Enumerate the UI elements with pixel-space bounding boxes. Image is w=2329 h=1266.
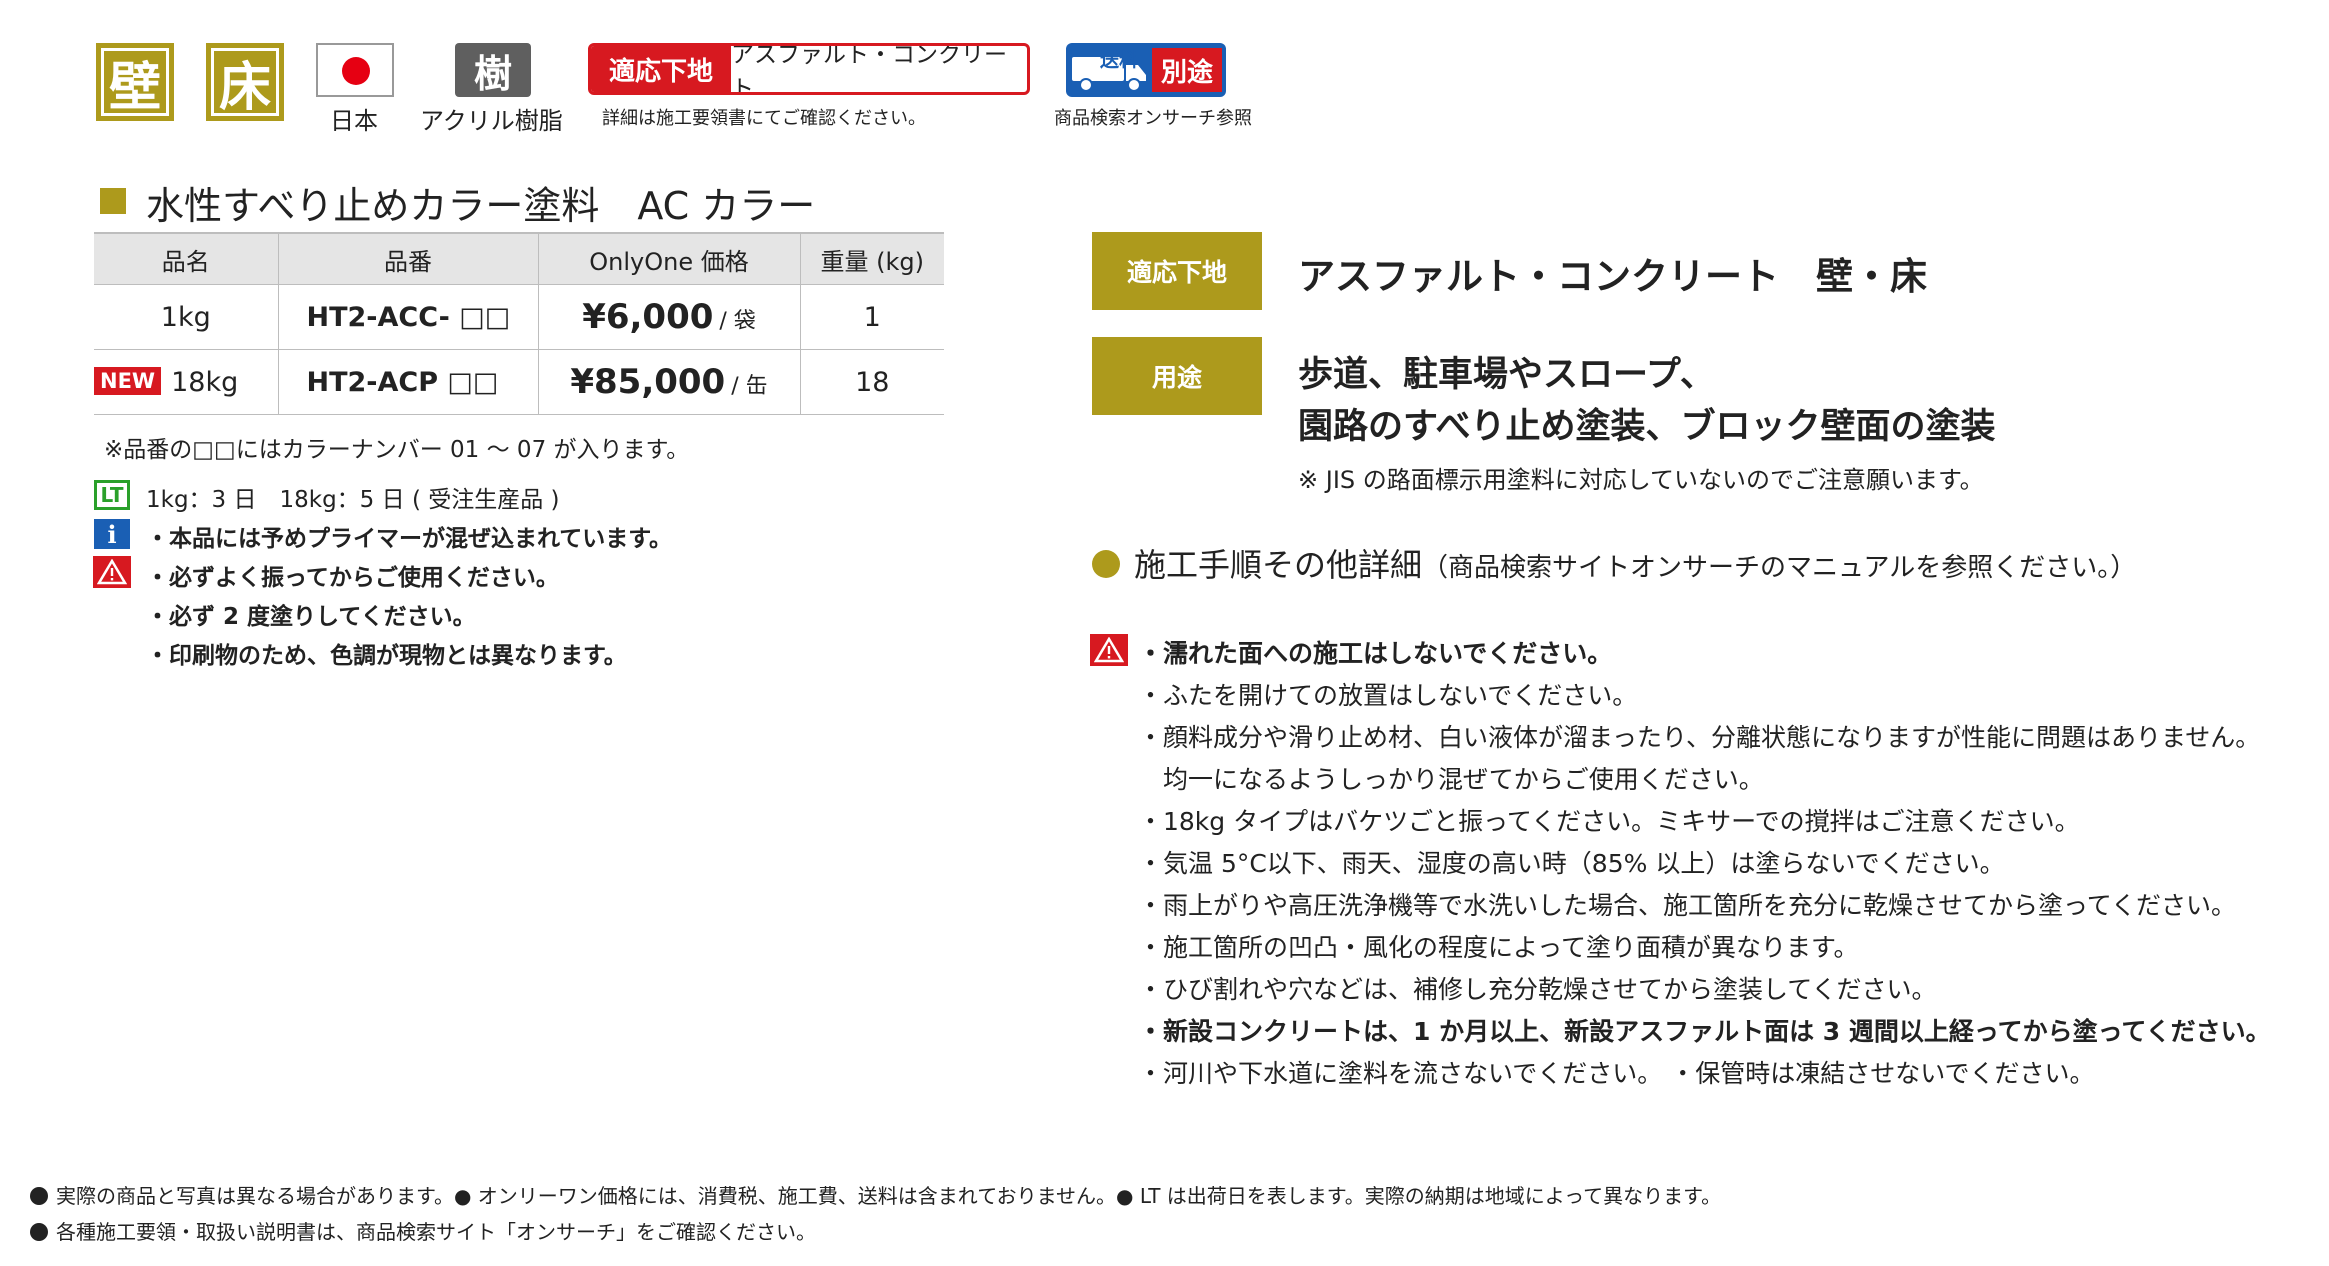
row-price: ¥6,000/ 袋 [537,284,801,350]
row-price: ¥85,000/ 缶 [537,349,801,415]
product-table: 品名 品番 OnlyOne 価格 重量 (kg) 1kg HT2-ACC- □□… [94,232,944,415]
japan-flag-icon [316,43,394,97]
code-note: ※品番の□□にはカラーナンバー 01 ～ 07 が入ります。 [104,437,690,463]
use-note: ※ JIS の路面標示用塗料に対応していないのでご注意願います。 [1298,466,1984,494]
caution-item: ・新設コンクリートは、1 か月以上、新設アスファルト面は 3 週間以上経ってから… [1138,1017,2271,1046]
origin-label: 日本 [330,107,378,135]
circle-bullet-icon [1092,550,1120,578]
row-weight: 1 [799,284,944,350]
caution-item: ・ふたを開けての放置はしないでください。 [1138,681,1638,710]
product-title: 水性すべり止めカラー塗料 AC カラー [146,184,816,228]
procedure-heading: 施工手順その他詳細（商品検索サイトオンサーチのマニュアルを参照ください。） [1134,546,2137,584]
header-name: 品名 [94,232,279,285]
bullet-icon [30,1187,48,1205]
warning-icon [93,556,131,588]
header-code: 品番 [277,232,539,285]
floor-icon: 床 [206,43,284,121]
caution-item: ・気温 5°C以下、雨天、湿度の高い時（85% 以上）は塗らないでください。 [1138,849,2005,878]
shipping-value: 別途 [1152,48,1222,92]
substrate-tag-value: アスファルト・コンクリート [731,43,1007,95]
table-row: NEW 18kg HT2-ACP □□ ¥85,000/ 缶 18 [94,349,944,415]
shipping-label: 送料 [1100,49,1139,71]
header-weight: 重量 (kg) [799,232,944,285]
shipping-tag: 送料 別途 [1066,43,1226,97]
square-bullet-icon [100,188,126,214]
bullet-icon [30,1223,48,1241]
row-code: HT2-ACP □□ [277,349,539,415]
resin-icon: 樹 [455,43,531,97]
substrate-note: 詳細は施工要領書にてご確認ください。 [602,108,926,129]
caution-item: ・18kg タイプはバケツごと振ってください。ミキサーでの撹拌はご注意ください。 [1138,807,2080,836]
new-badge: NEW [94,366,162,395]
caution-warning-icon [1090,634,1128,666]
lead-time-icon: LT [94,480,130,510]
truck-icon: 送料 [1066,43,1152,97]
use-line-2: 園路のすべり止め塗装、ブロック壁面の塗装 [1298,407,1996,447]
use-line-1: 歩道、駐車場やスロープ、 [1298,355,1715,395]
caution-item: ・濡れた面への施工はしないでください。 [1138,639,1613,668]
row-weight: 18 [799,349,944,415]
footer-line-1: 実際の商品と写真は異なる場合があります。● オンリーワン価格には、消費税、施工費… [30,1180,1721,1209]
shipping-note: 商品検索オンサーチ参照 [1054,108,1252,129]
info-icon: i [94,519,130,549]
caution-item: ・顔料成分や滑り止め材、白い液体が溜まったり、分離状態になりますが性能に問題はあ… [1138,723,2261,752]
warning-item: ・印刷物のため、色調が現物とは異なります。 [146,643,627,669]
table-header-row: 品名 品番 OnlyOne 価格 重量 (kg) [94,232,944,285]
caution-item: ・河川や下水道に塗料を流さないでください。 ・保管時は凍結させないでください。 [1138,1059,2095,1088]
row-name: 1kg [94,284,279,350]
warning-item: ・必ずよく振ってからご使用ください。 [146,565,559,591]
table-row: 1kg HT2-ACC- □□ ¥6,000/ 袋 1 [94,284,944,350]
caution-item: 均一になるようしっかり混ぜてからご使用ください。 [1138,765,1764,794]
info-text: ・本品には予めプライマーが混ぜ込まれています。 [146,526,673,552]
caution-item: ・ひび割れや穴などは、補修し充分乾燥させてから塗装してください。 [1138,975,1937,1004]
lead-time-text: 1kg：3 日 18kg：5 日 ( 受注生産品 ) [146,487,560,513]
resin-label: アクリル樹脂 [420,107,563,135]
substrate-value: アスファルト・コンクリート 壁・床 [1298,255,1927,298]
caution-item: ・施工箇所の凹凸・風化の程度によって塗り面積が異なります。 [1138,933,1859,962]
row-code: HT2-ACC- □□ [277,284,539,350]
caution-item: ・雨上がりや高圧洗浄機等で水洗いした場合、施工箇所を充分に乾燥させてから塗ってく… [1138,891,2237,920]
substrate-label: 適応下地 [1092,232,1262,310]
row-name: NEW 18kg [94,349,279,415]
footer-line-2: 各種施工要領・取扱い説明書は、商品検索サイト「オンサーチ」をご確認ください。 [30,1216,816,1245]
warning-item: ・必ず 2 度塗りしてください。 [146,604,476,630]
header-price: OnlyOne 価格 [537,232,801,285]
substrate-tag: 適応下地 アスファルト・コンクリート [588,43,1030,95]
substrate-tag-label: 適応下地 [591,46,731,92]
use-label: 用途 [1092,337,1262,415]
wall-icon: 壁 [96,43,174,121]
